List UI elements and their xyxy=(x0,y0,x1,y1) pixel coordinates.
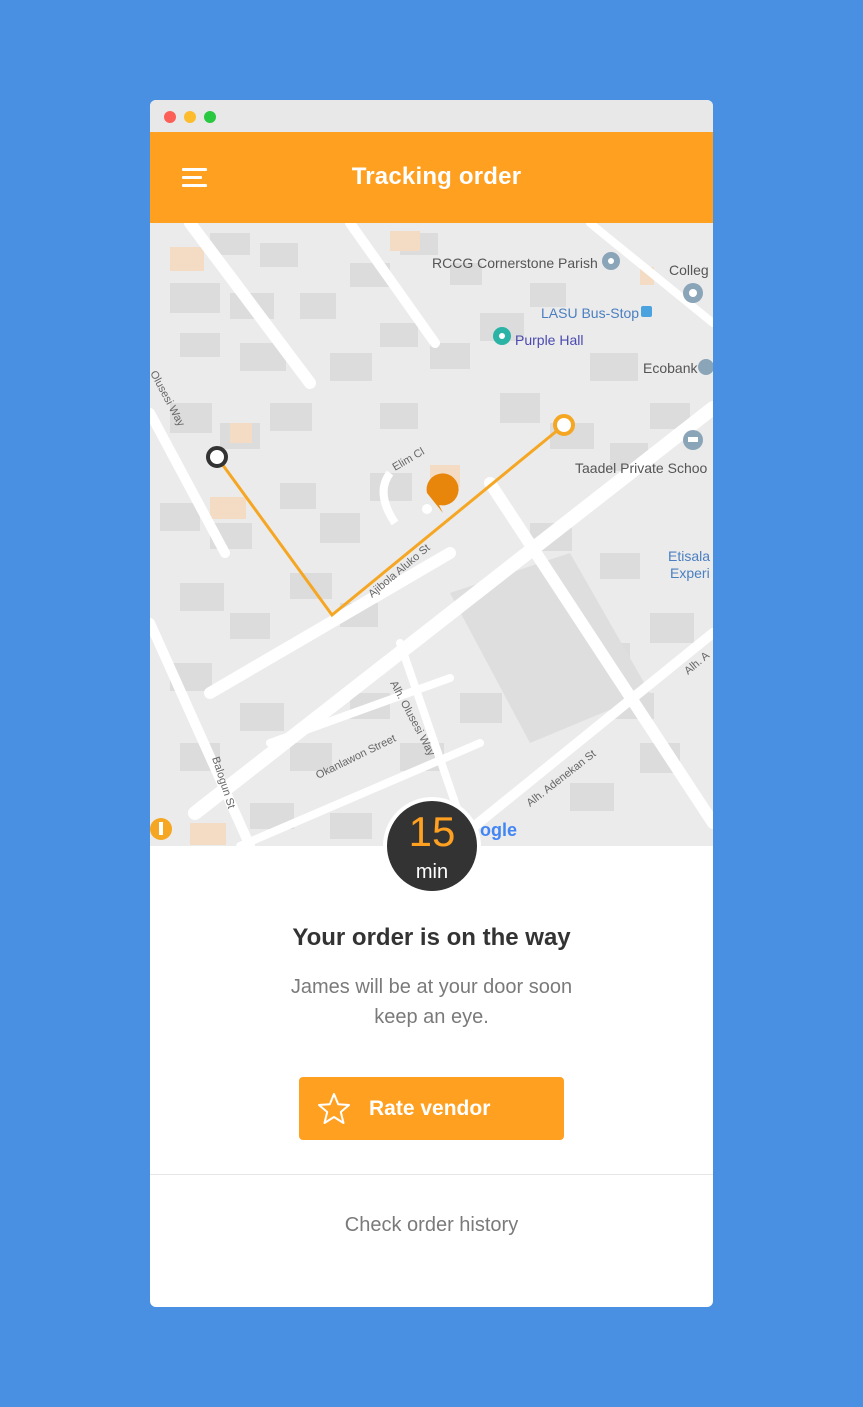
google-logo: ogle xyxy=(480,820,517,840)
school-icon xyxy=(683,430,703,450)
eta-value: 15 xyxy=(408,808,456,855)
star-icon xyxy=(318,1093,350,1124)
map-label-etisalat-2: Experi xyxy=(670,565,710,581)
place-pin-icon xyxy=(602,252,620,270)
status-headline: Your order is on the way xyxy=(292,924,571,951)
eta-unit: min xyxy=(415,861,449,883)
map-label-rccg: RCCG Cornerstone Parish xyxy=(432,255,598,271)
map-canvas: RCCG Cornerstone Parish Colleg LASU Bus-… xyxy=(150,223,713,846)
order-history-link[interactable]: Check order history xyxy=(150,1214,713,1237)
eta-badge: 15 min xyxy=(383,797,481,895)
route-map[interactable]: RCCG Cornerstone Parish Colleg LASU Bus-… xyxy=(150,223,713,846)
status-message: James will be at your door soon keep an … xyxy=(150,972,713,1032)
rate-vendor-label: Rate vendor xyxy=(369,1097,491,1120)
map-label-ecobank: Ecobank xyxy=(643,360,698,376)
place-pin-icon xyxy=(683,283,703,303)
window-close-button[interactable] xyxy=(164,111,176,123)
bus-stop-icon xyxy=(641,306,652,317)
divider xyxy=(150,1174,713,1175)
window-titlebar xyxy=(150,100,713,132)
rate-vendor-button[interactable]: Rate vendor xyxy=(299,1077,564,1140)
map-label-etisalat-1: Etisala xyxy=(668,548,710,564)
app-header: Tracking order xyxy=(150,132,713,223)
status-line-2: keep an eye. xyxy=(374,1006,489,1028)
window-minimize-button[interactable] xyxy=(184,111,196,123)
map-label-college: Colleg xyxy=(669,262,709,278)
place-pin-icon xyxy=(493,327,511,345)
map-label-purple-hall: Purple Hall xyxy=(515,332,583,348)
window-maximize-button[interactable] xyxy=(204,111,216,123)
status-line-1: James will be at your door soon xyxy=(290,976,573,998)
map-label-lasu: LASU Bus-Stop xyxy=(541,305,639,321)
map-label-taadel: Taadel Private Schoo xyxy=(575,460,708,476)
restaurant-icon xyxy=(150,818,172,840)
app-window: Tracking order RCCG Cornerstone Parish C… xyxy=(150,100,713,1307)
page-title: Tracking order xyxy=(351,163,522,190)
